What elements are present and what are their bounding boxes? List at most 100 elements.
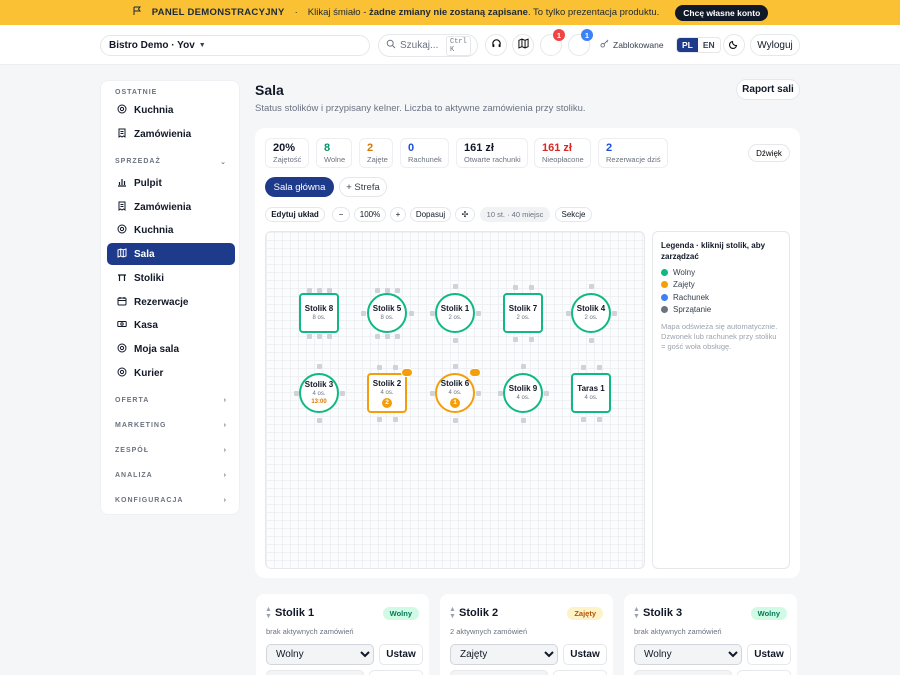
chair xyxy=(306,287,312,293)
card-orders: brak aktywnych zamówień xyxy=(634,627,722,636)
flag-icon xyxy=(132,6,142,19)
section-offer[interactable]: OFERTA › xyxy=(115,397,227,404)
chair xyxy=(293,390,299,396)
zoom-level[interactable]: 100% xyxy=(354,207,386,222)
card-action[interactable] xyxy=(450,670,548,675)
reorder-handle-icon[interactable]: ▲ ▼ xyxy=(265,606,272,620)
theme-toggle[interactable] xyxy=(723,34,745,56)
stat-label: Zajęte xyxy=(367,155,388,164)
table-taras-1[interactable]: Taras 1 4 os. xyxy=(571,373,611,413)
sidebar-item-kitchen[interactable]: Kuchnia xyxy=(107,219,235,241)
legend-item: Wolny xyxy=(661,266,781,279)
lang-en[interactable]: EN xyxy=(698,38,720,52)
zoom-in-button[interactable]: + xyxy=(390,207,406,222)
reorder-handle-icon[interactable]: ▲ ▼ xyxy=(449,606,456,620)
search-input[interactable] xyxy=(400,40,442,51)
set-status-button[interactable]: Ustaw xyxy=(563,644,607,665)
search-box[interactable]: Ctrl K xyxy=(378,34,478,57)
section-analytics[interactable]: ANALIZA › xyxy=(115,472,227,479)
table-stolik-6[interactable]: Stolik 64 os. 1 xyxy=(435,368,481,413)
card-action[interactable] xyxy=(553,670,607,675)
notifications-button[interactable]: 1 xyxy=(540,29,565,56)
table-stolik-5[interactable]: Stolik 5 8 os. xyxy=(367,293,407,333)
sections-button[interactable]: Sekcje xyxy=(555,207,592,222)
chair xyxy=(384,287,390,293)
table-stolik-3[interactable]: Stolik 3 4 os. 13:00 xyxy=(299,373,339,413)
card-action[interactable] xyxy=(369,670,423,675)
target-icon xyxy=(117,224,127,237)
org-selector[interactable]: Bistro Demo · Yov ▼ xyxy=(100,35,370,56)
set-status-button[interactable]: Ustaw xyxy=(747,644,791,665)
table-seats: 4 os. xyxy=(312,391,326,397)
chair xyxy=(408,310,414,316)
chair xyxy=(316,333,322,339)
logout-button[interactable]: Wyloguj xyxy=(750,34,800,56)
own-account-button[interactable]: Chcę własne konto xyxy=(675,4,769,21)
hall-report-button[interactable]: Raport sali xyxy=(736,79,800,100)
card-action[interactable] xyxy=(634,670,732,675)
table-stolik-7[interactable]: Stolik 7 2 os. xyxy=(503,293,543,333)
table-stolik-8[interactable]: Stolik 8 8 os. xyxy=(299,293,339,333)
sidebar-item-orders[interactable]: Zamówienia xyxy=(107,196,235,218)
section-team[interactable]: ZESPÓŁ › xyxy=(115,447,227,454)
add-zone-button[interactable]: + Strefa xyxy=(339,177,387,197)
order-count: 2 xyxy=(382,397,392,408)
section-marketing[interactable]: MARKETING › xyxy=(115,422,227,429)
chair xyxy=(596,416,602,422)
sidebar-item-dashboard[interactable]: Pulpit xyxy=(107,172,235,194)
sidebar-item-tables[interactable]: Stoliki xyxy=(107,267,235,289)
sound-button[interactable]: Dźwięk xyxy=(748,144,790,162)
support-button[interactable] xyxy=(485,34,507,56)
reorder-handle-icon[interactable]: ▲ ▼ xyxy=(633,606,640,620)
table-stolik-2[interactable]: Stolik 24 os. 2 xyxy=(367,368,413,413)
sidebar-item-cash[interactable]: Kasa xyxy=(107,314,235,336)
table-seats: 8 os. xyxy=(380,315,394,321)
sidebar-item-my-hall[interactable]: Moja sala xyxy=(107,338,235,360)
chair xyxy=(565,310,571,316)
map-icon xyxy=(517,38,529,52)
section-config[interactable]: KONFIGURACJA › xyxy=(115,497,227,504)
status-select[interactable]: WolnyZajętyRachunekSprzątanie xyxy=(450,644,558,665)
chair xyxy=(394,333,400,339)
sidebar-recent-orders[interactable]: Zamówienia xyxy=(107,123,235,145)
sidebar-recent-kitchen[interactable]: Kuchnia xyxy=(107,99,235,121)
sidebar-item-courier[interactable]: Kurier xyxy=(107,362,235,384)
reservation-time: 13:00 xyxy=(311,399,327,405)
card-action[interactable] xyxy=(737,670,791,675)
edit-layout-button[interactable]: Edytuj układ xyxy=(265,207,325,222)
legend-panel: Legenda · kliknij stolik, aby zarządzać … xyxy=(652,231,790,569)
status-select[interactable]: WolnyZajętyRachunekSprzątanie xyxy=(266,644,374,665)
chair xyxy=(374,287,380,293)
status-select[interactable]: WolnyZajętyRachunekSprzątanie xyxy=(634,644,742,665)
map-button[interactable] xyxy=(512,34,534,56)
set-status-button[interactable]: Ustaw xyxy=(379,644,423,665)
capacity-info: 10 st. · 40 miejsc xyxy=(480,207,550,222)
zoom-out-button[interactable]: − xyxy=(332,207,350,222)
chair xyxy=(316,417,322,423)
table-stolik-4[interactable]: Stolik 4 2 os. xyxy=(571,293,611,333)
card-action[interactable] xyxy=(266,670,364,675)
table-name: Stolik 6 xyxy=(440,378,470,388)
sidebar-item-hall[interactable]: Sala xyxy=(107,243,235,265)
chair xyxy=(588,283,594,289)
stat-3: 0 Rachunek xyxy=(400,138,449,168)
page-subtitle: Status stolików i przypisany kelner. Lic… xyxy=(255,103,586,114)
floor-map[interactable]: Stolik 88 os. Stolik 58 os. Stolik 12 os. S… xyxy=(265,231,645,569)
chair xyxy=(596,364,602,370)
fit-button[interactable]: Dopasuj xyxy=(410,207,451,222)
card-orders: brak aktywnych zamówień xyxy=(266,627,354,636)
sidebar-item-reservations[interactable]: Rezerwacje xyxy=(107,291,235,313)
table-stolik-1[interactable]: Stolik 1 2 os. xyxy=(435,293,475,333)
stat-value: 20% xyxy=(273,142,296,154)
bill-icon xyxy=(469,368,481,377)
waiter-calls-button[interactable]: 1 xyxy=(568,29,593,56)
move-icon[interactable]: ✣ xyxy=(455,207,475,222)
chair xyxy=(528,284,534,290)
section-sales[interactable]: SPRZEDAŻ ⌄ xyxy=(115,158,227,166)
table-stolik-9[interactable]: Stolik 9 4 os. xyxy=(503,373,543,413)
lock-toggle[interactable]: Zablokowane xyxy=(600,39,664,50)
zone-tab-main[interactable]: Sala główna xyxy=(265,177,334,197)
chair xyxy=(374,333,380,339)
lang-pl[interactable]: PL xyxy=(677,38,698,52)
status-dot xyxy=(661,268,668,276)
